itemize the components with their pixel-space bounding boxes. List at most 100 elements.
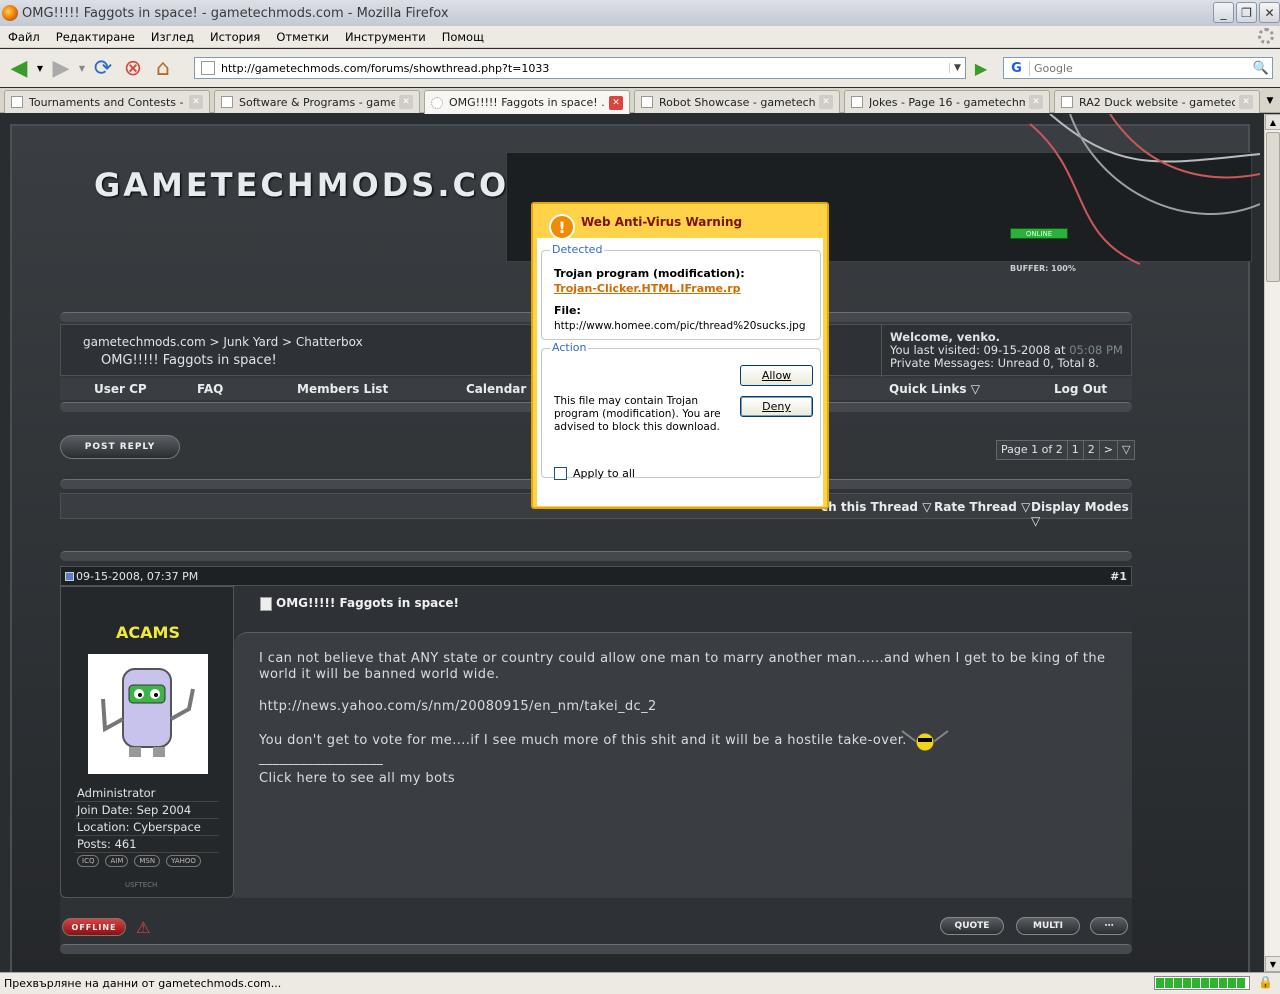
minimize-button[interactable]: _ (1213, 2, 1234, 23)
nav-calendar[interactable]: Calendar (466, 382, 526, 396)
menu-bookmarks[interactable]: Отметки (268, 30, 337, 44)
allow-button[interactable]: Allow (740, 365, 813, 386)
scroll-thumb[interactable] (1266, 132, 1280, 282)
menu-edit[interactable]: Редактиране (48, 30, 143, 44)
page-1-link[interactable]: 1 (1068, 441, 1084, 459)
nav-log-out[interactable]: Log Out (1054, 382, 1107, 396)
reload-button[interactable]: ⟳ (88, 53, 118, 83)
home-button[interactable]: ⌂ (148, 53, 178, 83)
divider-bar (60, 944, 1132, 954)
nav-quick-links[interactable]: Quick Links ▽ (889, 382, 980, 396)
tab-close-icon[interactable]: ✕ (399, 95, 413, 109)
signature-link[interactable]: Click here to see all my bots (259, 771, 455, 787)
private-messages[interactable]: Private Messages: Unread 0, Total 8. (890, 357, 1125, 370)
quick-reply-button[interactable]: ⋯ (1090, 917, 1128, 935)
apply-to-all-checkbox[interactable]: Apply to all (554, 467, 635, 480)
menu-file[interactable]: Файл (0, 30, 48, 44)
status-bar: Прехвърляне на данни от gametechmods.com… (0, 972, 1280, 994)
menu-help[interactable]: Помощ (434, 30, 492, 44)
tab-close-icon[interactable]: ✕ (609, 95, 623, 110)
next-page-link[interactable]: > (1100, 441, 1118, 459)
tab-list-icon[interactable]: ▼ (1262, 92, 1278, 110)
maximize-button[interactable]: ❐ (1236, 2, 1257, 23)
nav-members-list[interactable]: Members List (297, 382, 388, 396)
nav-user-cp[interactable]: User CP (94, 382, 147, 396)
tab-close-icon[interactable]: ✕ (1239, 95, 1253, 109)
post-username[interactable]: ACAMS (61, 623, 235, 642)
site-logo[interactable]: GAMETECHMODS.COM (94, 166, 544, 204)
quote-label: QUOTE (954, 921, 990, 931)
welcome-panel: Welcome, venko. You last visited: 09-15-… (881, 325, 1133, 377)
chevron-down-icon: ▽ (1021, 500, 1031, 514)
tab-favicon-icon (641, 96, 653, 108)
tab-robot-showcase[interactable]: Robot Showcase - gametech... ✕ (634, 90, 840, 113)
multi-quote-button[interactable]: MULTI (1016, 917, 1080, 935)
tab-label: Tournaments and Contests - ... (29, 95, 185, 109)
search-engine-icon[interactable]: G (1004, 60, 1030, 76)
checkbox-icon[interactable] (554, 467, 567, 480)
search-box[interactable]: G 🔍 (1003, 57, 1273, 79)
yahoo-badge[interactable]: YAHOO (166, 855, 201, 867)
tab-omg[interactable]: OMG!!!!! Faggots in space! ... ✕ (424, 90, 630, 114)
icq-badge[interactable]: ICQ (77, 855, 100, 867)
threat-name-link[interactable]: Trojan-Clicker.HTML.IFrame.rp (554, 282, 741, 295)
go-button[interactable]: ▶ (971, 58, 991, 78)
back-button[interactable]: ◀ (4, 53, 34, 83)
load-progress-bar (1154, 976, 1250, 990)
url-text[interactable]: http://gametechmods.com/forums/showthrea… (221, 62, 949, 75)
menu-view[interactable]: Изглед (143, 30, 202, 44)
buffer-indicator: BUFFER: 100% (1010, 264, 1076, 273)
tab-software[interactable]: Software & Programs - gamet... ✕ (214, 90, 420, 113)
user-title: Administrator (75, 785, 219, 802)
security-icon[interactable]: 🔒 (1258, 975, 1274, 991)
post-reply-button[interactable]: POST REPLY (60, 435, 180, 459)
tab-close-icon[interactable]: ✕ (819, 95, 833, 109)
tab-tournaments[interactable]: Tournaments and Contests - ... ✕ (4, 90, 210, 113)
page-2-link[interactable]: 2 (1084, 441, 1100, 459)
menu-history[interactable]: История (202, 30, 268, 44)
nav-faq[interactable]: FAQ (197, 382, 223, 396)
quick-links-label: Quick Links (889, 382, 967, 396)
address-bar[interactable]: http://gametechmods.com/forums/showthrea… (194, 57, 966, 79)
menu-tools[interactable]: Инструменти (337, 30, 434, 44)
msn-badge[interactable]: MSN (134, 855, 161, 867)
scroll-down-icon[interactable]: ▼ (1265, 956, 1280, 972)
tab-ra2-duck[interactable]: RA2 Duck website - gametech... ✕ (1054, 90, 1260, 113)
user-panel: ACAMS Administrator Join Date: Sep 2004 … (60, 586, 234, 898)
page-favicon-icon (201, 61, 215, 75)
forward-history-icon[interactable]: ▼ (76, 53, 88, 83)
action-fieldset: Action This file may contain Trojan prog… (541, 341, 821, 480)
tab-jokes[interactable]: Jokes - Page 16 - gametechm... ✕ (844, 90, 1050, 113)
online-indicator: ONLINE (1010, 228, 1068, 239)
breadcrumb[interactable]: gametechmods.com > Junk Yard > Chatterbo… (83, 335, 363, 349)
search-input[interactable] (1030, 61, 1250, 75)
message-link[interactable]: http://news.yahoo.com/s/nm/20080915/en_n… (259, 699, 657, 715)
forward-button[interactable]: ▶ (46, 53, 76, 83)
deny-button[interactable]: Deny (740, 396, 813, 417)
tab-close-icon[interactable]: ✕ (189, 95, 203, 109)
search-thread-menu[interactable]: ch this Thread ▽ (821, 500, 931, 514)
aim-badge[interactable]: AIM (105, 855, 129, 867)
tab-label: Jokes - Page 16 - gametechm... (869, 95, 1025, 109)
back-history-icon[interactable]: ▼ (34, 53, 46, 83)
dialog-body: Detected Trojan program (modification): … (537, 238, 823, 506)
scroll-up-icon[interactable]: ▲ (1265, 114, 1280, 130)
warning-icon: ! (549, 214, 575, 240)
url-dropdown-icon[interactable]: ▼ (949, 63, 965, 73)
report-post-icon[interactable]: ⚠ (136, 918, 154, 937)
page-jump-icon[interactable]: ▽ (1118, 441, 1134, 459)
tab-close-icon[interactable]: ✕ (1029, 95, 1043, 109)
rate-thread-menu[interactable]: Rate Thread ▽ (934, 500, 1030, 514)
thread-title: OMG!!!!! Faggots in space! (101, 353, 277, 368)
post-number[interactable]: #1 (1110, 570, 1127, 583)
display-modes-menu[interactable]: Display Modes ▽ (1031, 500, 1131, 528)
close-button[interactable]: ✕ (1259, 2, 1280, 23)
signature-rule: __________________ (259, 751, 384, 766)
quote-button[interactable]: QUOTE (940, 917, 1004, 935)
pagination: Page 1 of 2 1 2 > ▽ (996, 440, 1136, 460)
vertical-scrollbar[interactable]: ▲ ▼ (1264, 114, 1280, 972)
page-label: Page 1 of 2 (997, 441, 1068, 459)
tab-favicon-icon (11, 96, 23, 108)
search-icon[interactable]: 🔍 (1250, 61, 1272, 76)
stop-button[interactable]: ⊗ (118, 53, 148, 83)
